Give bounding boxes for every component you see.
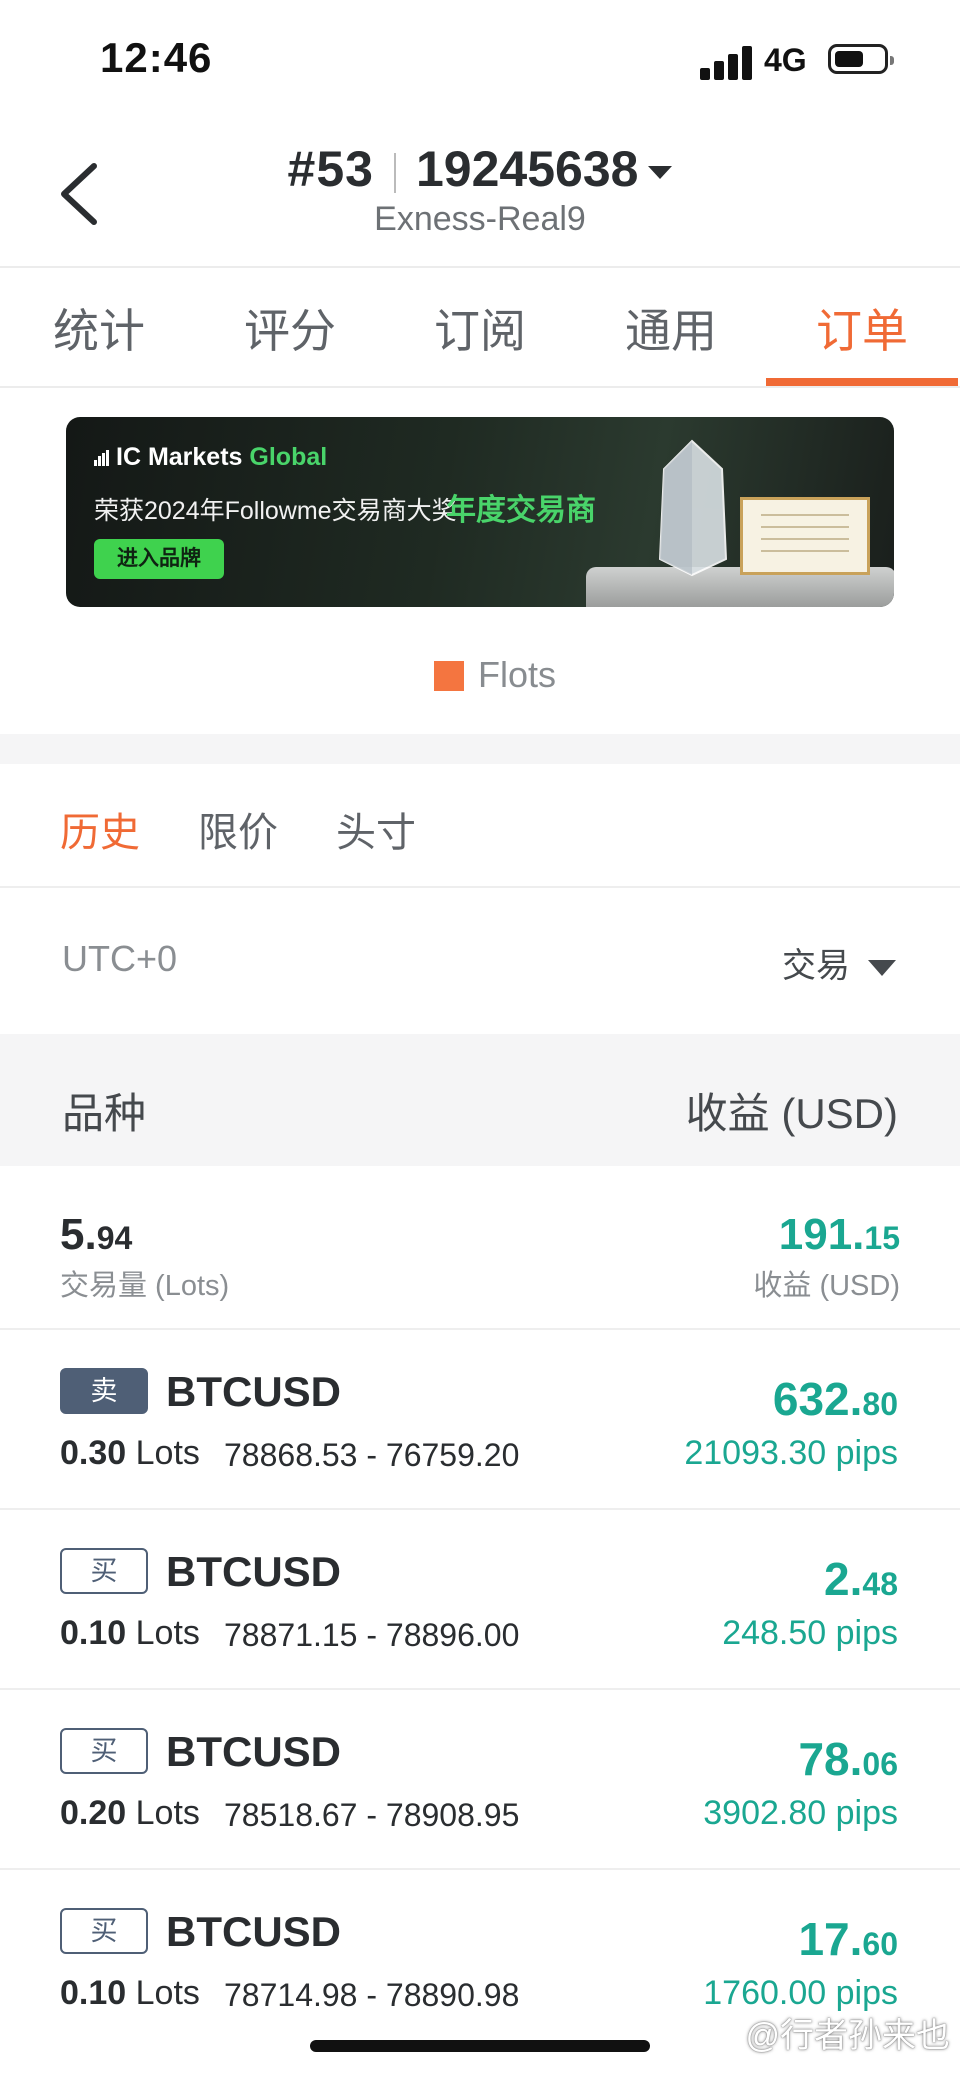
lots-value: 0.10 bbox=[60, 1974, 127, 2012]
total-profit: 191.15 bbox=[779, 1210, 900, 1260]
lots-unit: Lots bbox=[135, 1974, 200, 2012]
lots-unit: Lots bbox=[135, 1434, 200, 1472]
profit-dec: 06 bbox=[862, 1746, 898, 1782]
home-indicator[interactable] bbox=[310, 2040, 650, 2052]
tab-rating[interactable]: 评分 bbox=[244, 295, 336, 361]
order-prices: 78868.53 - 76759.20 bbox=[224, 1437, 520, 1473]
divider bbox=[0, 1508, 960, 1510]
status-time: 12:46 bbox=[100, 34, 213, 81]
order-symbol: BTCUSD bbox=[166, 1548, 341, 1595]
banner-award-title: 年度交易商 bbox=[446, 494, 596, 527]
order-prices: 78518.67 - 78908.95 bbox=[224, 1797, 520, 1833]
enter-brand-button[interactable]: 进入品牌 bbox=[94, 539, 224, 579]
lots-value: 0.30 bbox=[60, 1434, 127, 1472]
order-lots: 0.30 Lots bbox=[60, 1434, 200, 1473]
lots-value: 0.10 bbox=[60, 1614, 127, 1652]
battery-icon bbox=[828, 44, 894, 74]
profit-dec: 15 bbox=[864, 1220, 900, 1256]
section-gap bbox=[0, 734, 960, 764]
tab-active-indicator bbox=[766, 378, 958, 386]
order-pips: 3902.80 pips bbox=[703, 1794, 898, 1832]
divider bbox=[0, 386, 960, 388]
order-profit: 17.60 bbox=[798, 1912, 898, 1966]
brand-suffix: Global bbox=[249, 443, 328, 471]
order-profit: 2.48 bbox=[824, 1552, 898, 1606]
profit-int: 78. bbox=[798, 1733, 863, 1785]
divider bbox=[0, 266, 960, 268]
order-lots: 0.20 Lots bbox=[60, 1794, 200, 1833]
divider bbox=[0, 886, 960, 888]
order-symbol: BTCUSD bbox=[166, 1908, 341, 1955]
account-selector[interactable]: #53 19245638 bbox=[0, 140, 960, 198]
trade-filter-label: 交易 bbox=[782, 947, 850, 985]
banner-brand: IC Markets Global bbox=[94, 443, 327, 472]
profit-int: 17. bbox=[798, 1913, 863, 1965]
order-prices: 78714.98 - 78890.98 bbox=[224, 1977, 520, 2013]
header-divider bbox=[393, 152, 396, 193]
total-volume: 5.94 bbox=[60, 1210, 132, 1260]
brand-prefix: IC Markets bbox=[116, 443, 243, 471]
divider bbox=[0, 1328, 960, 1330]
signal-icon bbox=[700, 44, 756, 80]
divider bbox=[0, 1688, 960, 1690]
order-pips: 248.50 pips bbox=[722, 1614, 898, 1652]
order-pips: 21093.30 pips bbox=[684, 1434, 898, 1472]
tab-general[interactable]: 通用 bbox=[625, 295, 717, 361]
total-volume-label: 交易量 (Lots) bbox=[60, 1270, 230, 1302]
profit-int: 191. bbox=[778, 1210, 865, 1259]
chevron-down-icon bbox=[648, 166, 673, 180]
subtab-limit[interactable]: 限价 bbox=[198, 800, 278, 858]
column-symbol: 品种 bbox=[62, 1090, 147, 1137]
order-symbol: BTCUSD bbox=[166, 1368, 341, 1415]
order-profit: 632.80 bbox=[773, 1372, 898, 1426]
side-badge: 买 bbox=[60, 1548, 148, 1594]
column-profit: 收益 (USD) bbox=[685, 1090, 898, 1137]
side-badge: 买 bbox=[60, 1728, 148, 1774]
timezone-label: UTC+0 bbox=[62, 938, 178, 979]
profit-int: 2. bbox=[824, 1553, 863, 1605]
volume-dec: 94 bbox=[96, 1220, 133, 1256]
tab-orders[interactable]: 订单 bbox=[816, 295, 908, 361]
total-profit-label: 收益 (USD) bbox=[753, 1270, 900, 1302]
order-prices: 78871.15 - 78896.00 bbox=[224, 1617, 520, 1653]
tab-stats[interactable]: 统计 bbox=[53, 295, 145, 361]
order-symbol: BTCUSD bbox=[166, 1728, 341, 1775]
brand-bars-icon bbox=[94, 450, 110, 467]
profit-dec: 60 bbox=[862, 1926, 898, 1962]
profit-dec: 48 bbox=[862, 1566, 898, 1602]
legend-swatch bbox=[434, 661, 464, 691]
subtab-history[interactable]: 历史 bbox=[60, 800, 140, 858]
profit-dec: 80 bbox=[862, 1386, 898, 1422]
order-lots: 0.10 Lots bbox=[60, 1974, 200, 2013]
trophy-icon bbox=[658, 439, 728, 577]
tab-subscribe[interactable]: 订阅 bbox=[434, 295, 526, 361]
side-badge: 买 bbox=[60, 1908, 148, 1954]
order-profit: 78.06 bbox=[798, 1732, 898, 1786]
account-number: 19245638 bbox=[415, 141, 639, 197]
promo-banner[interactable]: IC Markets Global 荣获2024年Followme交易商大奖 年… bbox=[66, 417, 894, 607]
order-lots: 0.10 Lots bbox=[60, 1614, 200, 1653]
triangle-down-icon bbox=[868, 960, 896, 977]
trade-filter-dropdown[interactable]: 交易 bbox=[782, 938, 896, 987]
lots-value: 0.20 bbox=[60, 1794, 127, 1832]
volume-int: 5. bbox=[60, 1210, 97, 1259]
account-rank: #53 bbox=[287, 141, 374, 197]
subtab-positions[interactable]: 头寸 bbox=[336, 800, 416, 858]
certificate-icon bbox=[740, 497, 870, 575]
divider bbox=[0, 1868, 960, 1870]
legend-label: Flots bbox=[478, 654, 557, 695]
watermark: @行者孙来也 bbox=[745, 2017, 950, 2055]
banner-award-text: 荣获2024年Followme交易商大奖 bbox=[94, 497, 457, 525]
profit-int: 632. bbox=[772, 1373, 863, 1425]
network-type: 4G bbox=[764, 42, 807, 78]
side-badge: 卖 bbox=[60, 1368, 148, 1414]
lots-unit: Lots bbox=[135, 1614, 200, 1652]
lots-unit: Lots bbox=[135, 1794, 200, 1832]
server-name: Exness-Real9 bbox=[374, 200, 586, 238]
